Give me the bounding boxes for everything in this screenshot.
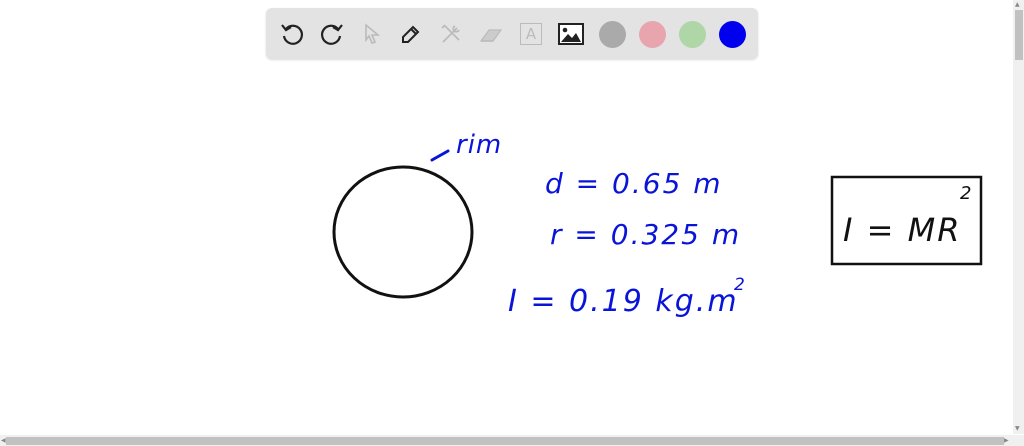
equation-diameter: d = 0.65 m (545, 167, 723, 200)
vertical-scroll-thumb[interactable] (1015, 10, 1023, 60)
drawing-canvas[interactable]: rim d = 0.65 m r = 0.325 m I = 0.19 kg.m… (0, 0, 1012, 434)
equation-inertia: I = 0.19 kg.m (508, 284, 739, 319)
boxed-formula: I = MR (843, 211, 961, 249)
rim-circle-drawing (332, 165, 474, 299)
vertical-scrollbar[interactable]: ▲ ▼ (1013, 0, 1024, 434)
scroll-right-icon[interactable]: ▶ (1004, 437, 1009, 445)
scroll-up-icon[interactable]: ▲ (1015, 1, 1020, 9)
horizontal-scroll-thumb[interactable] (6, 437, 1004, 445)
scroll-down-icon[interactable]: ▼ (1015, 425, 1020, 433)
horizontal-scrollbar[interactable]: ◀ ▶ (0, 435, 1024, 446)
boxed-formula-exponent: 2 (960, 183, 971, 204)
equation-inertia-exponent: 2 (734, 275, 745, 295)
rim-pointer-line (430, 149, 450, 162)
equation-radius: r = 0.325 m (550, 218, 741, 251)
label-rim: rim (456, 130, 502, 160)
scroll-left-icon[interactable]: ◀ (1, 437, 6, 445)
